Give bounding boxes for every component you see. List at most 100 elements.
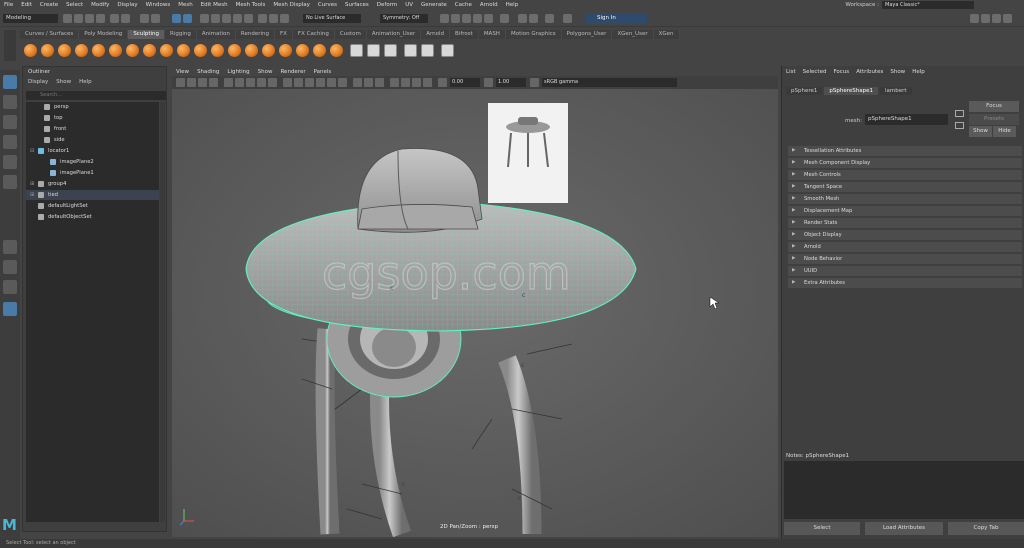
outliner-search-input[interactable]: Search...: [26, 91, 166, 100]
smear-tool-icon[interactable]: [262, 44, 275, 57]
select-button[interactable]: Select: [784, 522, 860, 535]
snap-curve-icon[interactable]: [211, 14, 220, 23]
menu-edit[interactable]: Edit: [17, 2, 36, 8]
notes-textarea[interactable]: [784, 461, 1024, 519]
ambient-occlusion-icon[interactable]: [353, 78, 362, 87]
section-displacement-map[interactable]: Displacement Map: [788, 206, 1022, 216]
shelf-tab-rendering[interactable]: Rendering: [235, 30, 275, 39]
film-gate-icon[interactable]: [235, 78, 244, 87]
ipr-render-icon[interactable]: [462, 14, 471, 23]
tab-psphereshape1[interactable]: pSphereShape1: [824, 87, 878, 95]
flatten-tool-icon[interactable]: [109, 44, 122, 57]
gamma-field[interactable]: 1.00: [496, 78, 526, 87]
view-transform-dropdown[interactable]: sRGB gamma: [542, 78, 677, 87]
grab-tool-icon[interactable]: [75, 44, 88, 57]
mesh-name-field[interactable]: pSphereShape1: [865, 114, 948, 125]
live-surface-field[interactable]: No Live Surface: [303, 14, 361, 23]
select-mode-icon[interactable]: [183, 14, 192, 23]
convert-freeze-icon[interactable]: [350, 44, 363, 57]
stamp-icon[interactable]: [367, 44, 380, 57]
xray-icon[interactable]: [401, 78, 410, 87]
select-tool-arrow-icon[interactable]: [3, 75, 17, 89]
menu-select[interactable]: Select: [62, 2, 87, 8]
menu-uv[interactable]: UV: [401, 2, 417, 8]
scale-tool-icon[interactable]: [3, 175, 17, 189]
pinch-tool-icon[interactable]: [92, 44, 105, 57]
tab-psphere1[interactable]: pSphere1: [786, 87, 823, 95]
section-tessellation-attributes[interactable]: Tessellation Attributes: [788, 146, 1022, 156]
shape-editor-icon[interactable]: [421, 44, 434, 57]
shelf-tab-mash[interactable]: MASH: [478, 30, 506, 39]
folder-icon[interactable]: [63, 14, 72, 23]
pose-editor-icon[interactable]: [441, 44, 454, 57]
shelf-tab-bifrost[interactable]: Bifrost: [450, 30, 479, 39]
menu-mesh-display[interactable]: Mesh Display: [269, 2, 314, 8]
wireframe-on-shaded-icon[interactable]: [305, 78, 314, 87]
ae-menu-list[interactable]: List: [786, 69, 796, 75]
render-frame-icon[interactable]: [440, 14, 449, 23]
amplify-tool-icon[interactable]: [296, 44, 309, 57]
lock-icon[interactable]: [529, 14, 538, 23]
camera-attributes-icon[interactable]: [187, 78, 196, 87]
outliner-item-front[interactable]: front: [26, 124, 159, 134]
snap-projected-icon[interactable]: [233, 14, 242, 23]
sculpt-icon[interactable]: [545, 14, 554, 23]
viewport-menu-panels[interactable]: Panels: [310, 69, 336, 75]
outliner-item-side[interactable]: side: [26, 135, 159, 145]
imprint-tool-icon[interactable]: [177, 44, 190, 57]
outliner-item-defaultlightset[interactable]: defaultLightSet: [26, 201, 159, 211]
gate-mask-icon[interactable]: [257, 78, 266, 87]
image-plane-icon[interactable]: [209, 78, 218, 87]
section-smooth-mesh[interactable]: Smooth Mesh: [788, 194, 1022, 204]
outliner-menu-show[interactable]: Show: [56, 79, 71, 85]
redo-icon[interactable]: [121, 14, 130, 23]
motion-blur-icon[interactable]: [364, 78, 373, 87]
menu-file[interactable]: File: [0, 2, 17, 8]
menu-create[interactable]: Create: [36, 2, 62, 8]
wireframe-icon[interactable]: [283, 78, 292, 87]
smooth-tool-icon[interactable]: [41, 44, 54, 57]
shelf-tab-custom[interactable]: Custom: [334, 30, 367, 39]
open-scene-icon[interactable]: [85, 14, 94, 23]
menu-curves[interactable]: Curves: [314, 2, 341, 8]
outliner-item-tied[interactable]: ⊞ tied: [26, 190, 159, 200]
backface-icon[interactable]: [423, 78, 432, 87]
lights-icon[interactable]: [327, 78, 336, 87]
expand-icon[interactable]: ⊟: [30, 146, 34, 156]
shelf-tab-motion-graphics[interactable]: Motion Graphics: [505, 30, 562, 39]
menu-help[interactable]: Help: [502, 2, 523, 8]
hypershade-icon[interactable]: [484, 14, 493, 23]
ae-menu-help[interactable]: Help: [912, 69, 925, 75]
menu-arnold[interactable]: Arnold: [476, 2, 502, 8]
field-chart-icon[interactable]: [268, 78, 277, 87]
shelf-options-gear-icon[interactable]: [4, 30, 16, 61]
section-arnold[interactable]: Arnold: [788, 242, 1022, 252]
menu-display[interactable]: Display: [113, 2, 141, 8]
workspace-dropdown[interactable]: Maya Classic*: [882, 0, 974, 9]
section-uuid[interactable]: UUID: [788, 266, 1022, 276]
channel-box-icon[interactable]: [981, 14, 990, 23]
ae-menu-show[interactable]: Show: [890, 69, 905, 75]
knife-tool-icon[interactable]: [245, 44, 258, 57]
resolution-gate-icon[interactable]: [246, 78, 255, 87]
exposure-icon[interactable]: [438, 78, 447, 87]
viewport-menu-view[interactable]: View: [172, 69, 193, 75]
multisample-icon[interactable]: [375, 78, 384, 87]
section-object-display[interactable]: Object Display: [788, 230, 1022, 240]
menu-generate[interactable]: Generate: [417, 2, 451, 8]
bookmark-icon[interactable]: [198, 78, 207, 87]
shelf-tab-animation[interactable]: Animation: [196, 30, 236, 39]
workspace-selector[interactable]: Workspace : Maya Classic*: [845, 0, 974, 9]
load-attributes-button[interactable]: Load Attributes: [865, 522, 943, 535]
menu-edit-mesh[interactable]: Edit Mesh: [197, 2, 232, 8]
isolate-select-icon[interactable]: [390, 78, 399, 87]
snap-grid-icon[interactable]: [200, 14, 209, 23]
snap-view-icon[interactable]: [244, 14, 253, 23]
focus-node-icon[interactable]: [955, 110, 964, 117]
relax-tool-icon[interactable]: [58, 44, 71, 57]
new-scene-icon[interactable]: [74, 14, 83, 23]
scrape-tool-icon[interactable]: [211, 44, 224, 57]
section-extra-attributes[interactable]: Extra Attributes: [788, 278, 1022, 288]
section-render-stats[interactable]: Render Stats: [788, 218, 1022, 228]
select-hierarchy-icon[interactable]: [140, 14, 149, 23]
